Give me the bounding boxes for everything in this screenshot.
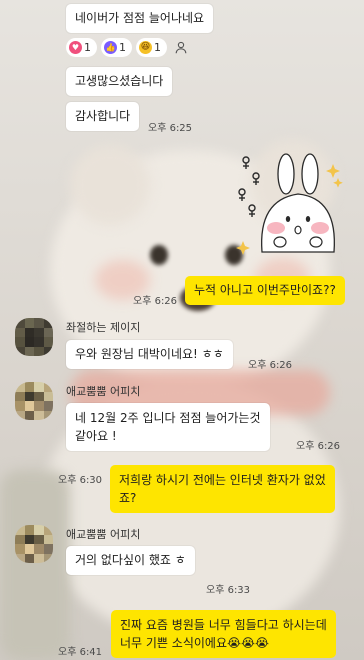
my-message-bubble[interactable]: 진짜 요즘 병원들 너무 힘들다고 하시는데 너무 기쁜 소식이에요😭😭😭 (111, 610, 336, 658)
sender-name: 애교뿜뿜 어피치 (66, 385, 141, 398)
reaction-count: 1 (119, 41, 126, 54)
thumbs-up-icon: 👍 (104, 41, 117, 54)
message-text: 누적 아니고 이번주만이죠?? (194, 283, 336, 297)
avatar[interactable] (15, 382, 53, 420)
message-text-line: 진짜 요즘 병원들 너무 힘들다고 하시는데 (120, 618, 327, 632)
sender-name: 좌절하는 제이지 (66, 321, 141, 334)
message-time: 오후 6:25 (148, 123, 193, 134)
message-bubble[interactable]: 감사합니다 (66, 102, 140, 131)
add-reaction-button[interactable] (171, 38, 190, 57)
message-text-line: 같아요 ! (75, 429, 117, 443)
my-message-bubble[interactable]: 저희랑 하시기 전에는 인터넷 환자가 없었 죠? (110, 465, 335, 513)
message-time: 오후 6:30 (58, 475, 103, 486)
message-time: 오후 6:26 (133, 296, 178, 307)
message-text: 우와 원장님 대박이네요! ㅎㅎ (75, 347, 224, 361)
heart-icon: ♥ (69, 41, 82, 54)
message-time: 오후 6:33 (206, 585, 251, 596)
message-bubble[interactable]: 우와 원장님 대박이네요! ㅎㅎ (66, 340, 233, 369)
message-bubble[interactable]: 네이버가 점점 늘어나네요 (66, 4, 214, 33)
reaction-count: 1 (154, 41, 161, 54)
avatar[interactable] (15, 318, 53, 356)
message-text-line: 너무 기쁜 소식이에요😭😭😭 (120, 636, 270, 650)
message-text: 거의 없다싶이 했죠 ㅎ (75, 553, 186, 567)
message-text-line: 죠? (119, 491, 137, 505)
reaction-bar: ♥ 1 👍 1 😆 1 (66, 38, 190, 57)
message-text-line: 저희랑 하시기 전에는 인터넷 환자가 없었 (119, 473, 326, 487)
my-message-bubble[interactable]: 누적 아니고 이번주만이죠?? (185, 276, 345, 305)
reaction-count: 1 (84, 41, 91, 54)
message-bubble[interactable]: 네 12월 2주 입니다 점점 늘어가는것 같아요 ! (66, 403, 270, 451)
reaction-thumbs-up[interactable]: 👍 1 (101, 38, 132, 57)
laugh-emoji-icon: 😆 (139, 41, 152, 54)
person-icon (175, 41, 186, 54)
message-text: 네이버가 점점 늘어나네요 (75, 11, 205, 25)
message-text: 고생많으셨습니다 (75, 74, 164, 88)
message-time: 오후 6:26 (296, 441, 341, 452)
message-bubble[interactable]: 고생많으셨습니다 (66, 67, 173, 96)
message-time: 오후 6:41 (58, 647, 103, 658)
message-time: 오후 6:26 (248, 360, 293, 371)
reaction-heart[interactable]: ♥ 1 (66, 38, 97, 57)
avatar[interactable] (15, 525, 53, 563)
message-text-line: 네 12월 2주 입니다 점점 늘어가는것 (75, 411, 261, 425)
reaction-laugh[interactable]: 😆 1 (136, 38, 167, 57)
message-text: 감사합니다 (75, 109, 131, 123)
message-bubble[interactable]: 거의 없다싶이 했죠 ㅎ (66, 546, 195, 575)
bunny-sticker[interactable] (234, 152, 352, 262)
sender-name: 애교뿜뿜 어피치 (66, 528, 141, 541)
